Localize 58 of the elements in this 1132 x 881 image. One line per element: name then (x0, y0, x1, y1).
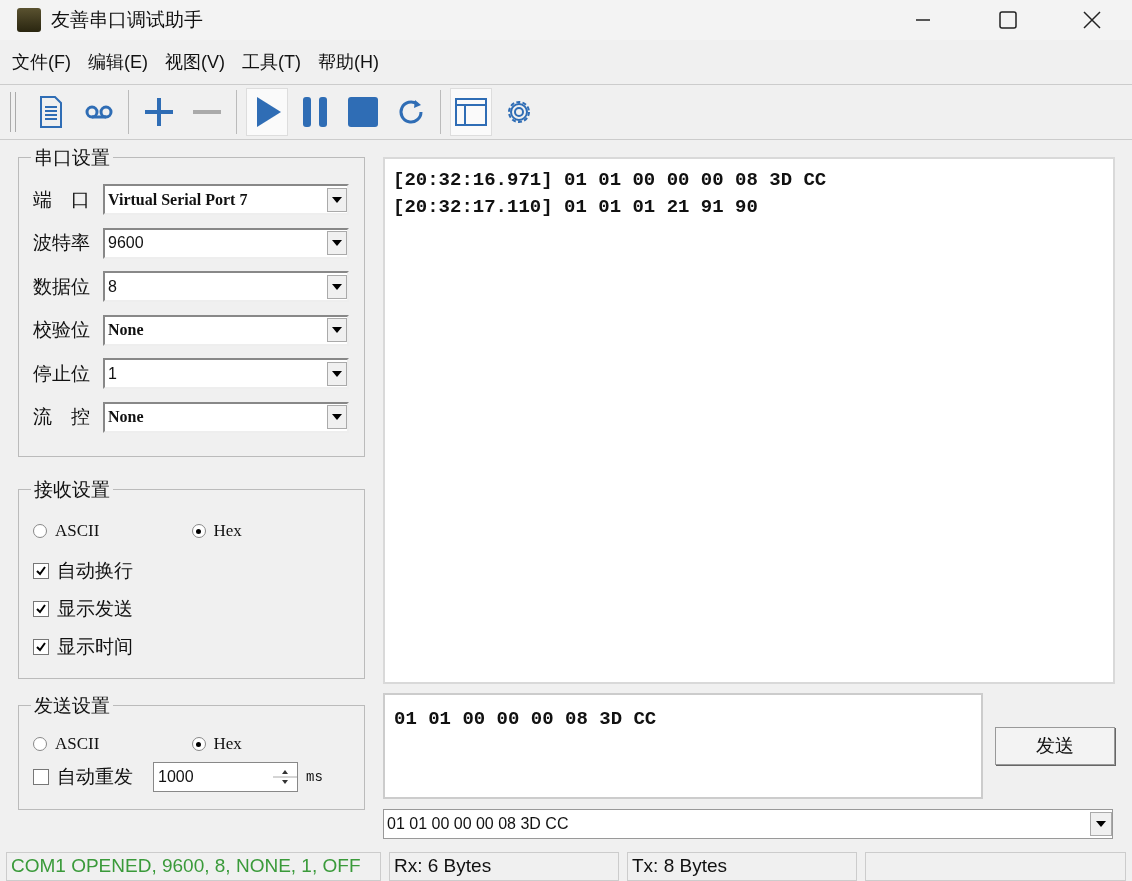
caret-icon (327, 318, 347, 343)
radio-label: ASCII (55, 733, 100, 756)
dropdown[interactable]: None (103, 401, 349, 433)
caret-icon (327, 274, 347, 299)
menu-item[interactable]: 编辑(E) (88, 48, 148, 76)
radio-button[interactable] (191, 737, 206, 751)
close-icon[interactable] (1083, 11, 1101, 29)
send-button[interactable]: 发送 (995, 727, 1115, 765)
checkbox[interactable] (33, 639, 49, 655)
caret-icon (327, 231, 347, 256)
dropdown[interactable]: 1 (103, 358, 349, 390)
field-label: 波特率 (33, 231, 91, 255)
number-spinner[interactable]: 1000 (153, 762, 298, 792)
field-label: 端 口 (33, 187, 91, 212)
caret-icon (327, 405, 347, 430)
status-text: COM1 OPENED, 9600, 8, NONE, 1, OFF (6, 852, 381, 881)
radio-button[interactable] (191, 524, 206, 538)
checkbox[interactable] (33, 601, 49, 617)
radio-button[interactable] (33, 524, 47, 538)
radio-label: Hex (213, 733, 242, 756)
status-text: Tx: 8 Bytes (627, 852, 857, 881)
checkbox-label: 显示发送 (57, 596, 133, 621)
field-label: 停止位 (33, 361, 91, 386)
send-input[interactable]: 01 01 00 00 00 08 3D CC (383, 693, 983, 799)
checkbox[interactable] (33, 769, 49, 785)
menu-item[interactable]: 视图(V) (165, 48, 225, 76)
dropdown[interactable]: None (103, 314, 349, 346)
field-label: 流 控 (33, 405, 91, 429)
dropdown[interactable]: 9600 (103, 227, 349, 259)
stop-icon (345, 94, 381, 130)
radio-button[interactable] (33, 737, 47, 751)
menu-item[interactable]: 帮助(H) (317, 48, 379, 76)
menu-item[interactable]: 工具(T) (242, 48, 301, 76)
menu-item[interactable]: 文件(F) (12, 48, 71, 76)
minus-icon (193, 110, 221, 114)
unit-label: ms (306, 767, 323, 787)
radio-label: Hex (213, 520, 242, 543)
app-logo-icon (17, 8, 41, 32)
window-title: 友善串口调试助手 (51, 7, 203, 32)
checkbox[interactable] (33, 563, 49, 579)
status-text: Rx: 6 Bytes (389, 852, 619, 881)
history-dropdown[interactable]: 01 01 00 00 00 08 3D CC (383, 809, 1113, 839)
log-line: [20:32:16.971] 01 01 00 00 00 08 3D CC (393, 168, 828, 193)
caret-icon (327, 361, 347, 386)
checkbox-label: 自动换行 (57, 558, 133, 583)
toolbar-button[interactable] (450, 88, 492, 136)
dropdown[interactable]: Virtual Serial Port 7 (103, 184, 349, 216)
checkbox-label: 显示时间 (57, 634, 133, 659)
checkbox-label: 自动重发 (57, 764, 134, 789)
radio-label: ASCII (55, 520, 100, 543)
maximize-icon[interactable] (999, 11, 1017, 29)
field-label: 数据位 (33, 274, 91, 299)
dropdown[interactable]: 8 (103, 271, 349, 303)
field-label: 校验位 (33, 318, 91, 342)
caret-icon (1090, 812, 1112, 836)
toolbar-button[interactable] (246, 88, 288, 136)
log-line: [20:32:17.110] 01 01 01 21 91 90 (393, 195, 759, 220)
caret-icon (327, 187, 347, 212)
